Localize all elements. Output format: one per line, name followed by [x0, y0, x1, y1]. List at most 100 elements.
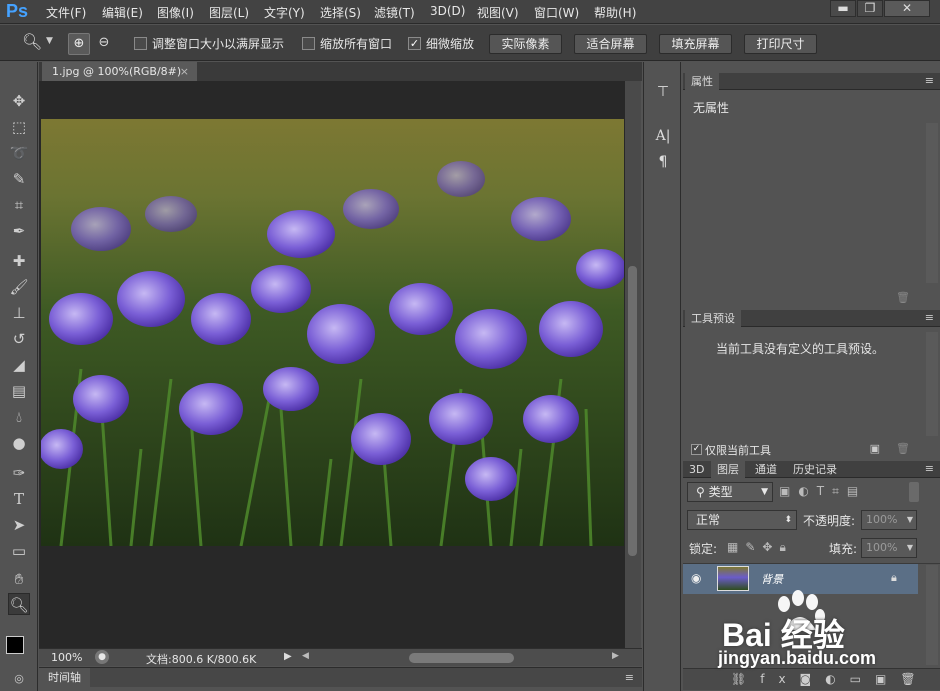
- panel-menu-icon[interactable]: ≡: [925, 311, 934, 324]
- zoom-tool-icon[interactable]: 🔍︎: [8, 593, 30, 615]
- fill-input[interactable]: 100% ▼: [861, 538, 917, 558]
- chevron-down-icon[interactable]: ▼: [46, 36, 53, 46]
- tab-properties[interactable]: 属性: [685, 73, 719, 90]
- menu-window[interactable]: 窗口(W): [534, 4, 579, 21]
- menu-3d[interactable]: 3D(D): [430, 4, 465, 18]
- menu-filter[interactable]: 滤镜(T): [374, 4, 415, 21]
- foreground-color-swatch[interactable]: [6, 636, 24, 654]
- tool-presets-scrollbar[interactable]: [926, 332, 938, 436]
- tab-3d[interactable]: 3D: [683, 461, 710, 478]
- panel-menu-icon[interactable]: ≡: [625, 671, 634, 684]
- filter-type-label: 类型: [708, 485, 733, 499]
- pen-tool-icon[interactable]: ✑: [8, 462, 30, 484]
- history-brush-icon[interactable]: ↺: [8, 328, 30, 350]
- layer-filter-dropdown[interactable]: ⚲ 类型 ▼: [687, 482, 773, 502]
- tool-presets-icon[interactable]: ⊤: [652, 84, 674, 106]
- healing-brush-icon[interactable]: ✚: [8, 250, 30, 272]
- tab-history[interactable]: 历史记录: [787, 461, 843, 478]
- eyedropper-icon[interactable]: ✒: [8, 220, 30, 242]
- scrubby-zoom-checkbox[interactable]: ✓: [408, 37, 421, 50]
- document-tab[interactable]: 1.jpg @ 100%(RGB/8#) ×: [42, 62, 197, 81]
- current-tool-only-label: 仅限当前工具: [705, 444, 771, 457]
- layer-name[interactable]: 背景: [761, 571, 783, 587]
- blend-mode-dropdown[interactable]: 正常 ⬍: [687, 510, 797, 530]
- zoom-all-checkbox[interactable]: [302, 37, 315, 50]
- marquee-tool-icon[interactable]: ⬚: [8, 116, 30, 138]
- maximize-button[interactable]: ❐: [857, 0, 883, 17]
- lasso-tool-icon[interactable]: ➰: [8, 142, 30, 164]
- status-menu-arrow-icon[interactable]: ▶: [284, 651, 292, 662]
- eraser-icon[interactable]: ◢: [8, 354, 30, 376]
- scroll-left-icon[interactable]: ◀: [302, 651, 309, 661]
- move-tool-icon[interactable]: ✥: [8, 90, 30, 112]
- paragraph-panel-icon[interactable]: ¶: [652, 154, 674, 176]
- menu-view[interactable]: 视图(V): [477, 4, 519, 21]
- menu-file[interactable]: 文件(F): [46, 4, 86, 21]
- close-tab-icon[interactable]: ×: [180, 62, 189, 81]
- new-preset-icon[interactable]: ▣: [870, 442, 880, 455]
- scrubby-zoom-label: 细微缩放: [426, 37, 475, 51]
- fit-screen-button[interactable]: 适合屏幕: [574, 34, 647, 54]
- rectangle-tool-icon[interactable]: ▭: [8, 540, 30, 562]
- zoom-tool-icon[interactable]: 🔍︎: [22, 32, 42, 51]
- opacity-value: 100%: [866, 513, 898, 526]
- actual-pixels-button[interactable]: 实际像素: [489, 34, 562, 54]
- print-size-button[interactable]: 打印尺寸: [744, 34, 817, 54]
- status-info-icon[interactable]: ●: [95, 650, 109, 664]
- resize-windows-checkbox[interactable]: [134, 37, 147, 50]
- menu-image[interactable]: 图像(I): [157, 4, 194, 21]
- chevron-down-icon: ▼: [906, 543, 913, 552]
- trash-icon[interactable]: 🗑︎: [896, 291, 910, 304]
- zoom-level[interactable]: 100%: [51, 651, 82, 664]
- path-selection-icon[interactable]: ➤: [8, 514, 30, 536]
- menu-select[interactable]: 选择(S): [320, 4, 361, 21]
- quick-mask-icon[interactable]: ◎: [8, 668, 30, 690]
- properties-content: 无属性: [693, 101, 730, 115]
- character-panel-icon[interactable]: A|: [652, 128, 674, 150]
- layer-filter-icons[interactable]: ▣◐T⌗▤: [779, 484, 866, 499]
- minimize-button[interactable]: ▬: [830, 0, 856, 17]
- filter-toggle[interactable]: [909, 482, 919, 502]
- close-button[interactable]: ✕: [884, 0, 930, 17]
- type-tool-icon[interactable]: T: [8, 488, 30, 510]
- watermark-url: jingyan.baidu.com: [718, 648, 877, 668]
- tab-layers[interactable]: 图层: [711, 461, 745, 478]
- gradient-tool-icon[interactable]: ▤: [8, 380, 30, 402]
- scroll-right-icon[interactable]: ▶: [612, 651, 619, 661]
- lock-icon: 🔒︎: [891, 571, 897, 584]
- quick-selection-icon[interactable]: ✎: [8, 168, 30, 190]
- blur-tool-icon[interactable]: 💧︎: [8, 406, 30, 428]
- menu-help[interactable]: 帮助(H): [594, 4, 636, 21]
- clone-stamp-icon[interactable]: ⊥: [8, 302, 30, 324]
- menu-layer[interactable]: 图层(L): [209, 4, 249, 21]
- document-image[interactable]: [41, 119, 624, 546]
- timeline-panel: 时间轴 ≡: [39, 667, 642, 688]
- layers-footer-icons[interactable]: ⛓fx◙◐▭▣🗑︎: [731, 672, 930, 686]
- dodge-tool-icon[interactable]: ●: [8, 432, 30, 454]
- timeline-tab[interactable]: 时间轴: [39, 668, 90, 688]
- brush-tool-icon[interactable]: 🖌︎: [8, 276, 30, 298]
- panel-menu-icon[interactable]: ≡: [925, 462, 934, 475]
- menu-edit[interactable]: 编辑(E): [102, 4, 143, 21]
- layers-scrollbar[interactable]: [926, 565, 938, 665]
- properties-scrollbar[interactable]: [926, 123, 938, 283]
- menu-type[interactable]: 文字(Y): [264, 4, 305, 21]
- eye-visibility-icon[interactable]: ◉: [691, 571, 701, 585]
- zoom-in-icon[interactable]: ⊕: [68, 33, 90, 55]
- fill-screen-button[interactable]: 填充屏幕: [659, 34, 732, 54]
- crop-tool-icon[interactable]: ⌗: [8, 194, 30, 216]
- opacity-input[interactable]: 100% ▼: [861, 510, 917, 530]
- current-tool-only-checkbox[interactable]: ✓: [691, 444, 702, 455]
- trash-icon[interactable]: 🗑︎: [896, 442, 910, 455]
- panel-menu-icon[interactable]: ≡: [925, 74, 934, 87]
- horizontal-scroll-thumb[interactable]: [409, 653, 514, 663]
- tab-channels[interactable]: 通道: [749, 461, 783, 478]
- resize-windows-label: 调整窗口大小以满屏显示: [152, 37, 285, 51]
- zoom-out-icon[interactable]: ⊖: [93, 33, 115, 55]
- photoshop-logo: Ps: [6, 1, 29, 21]
- hand-tool-icon[interactable]: ✋︎: [8, 568, 30, 590]
- tab-tool-presets[interactable]: 工具预设: [685, 310, 741, 327]
- vertical-scroll-thumb[interactable]: [628, 266, 637, 556]
- lock-icons[interactable]: ▦✎✥🔒︎: [727, 540, 793, 555]
- vertical-scrollbar[interactable]: [625, 81, 641, 648]
